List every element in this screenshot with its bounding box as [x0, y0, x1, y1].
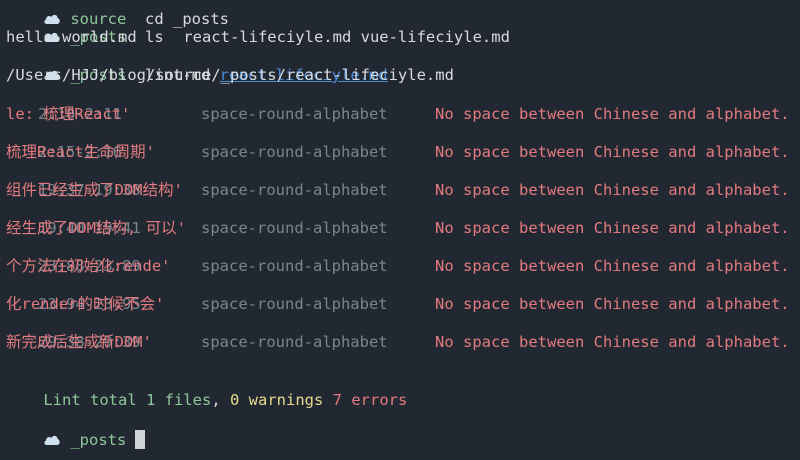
- result-rule: space-round-alphabet: [201, 105, 388, 123]
- result-continuation: 化render的时候不会': [6, 295, 165, 313]
- result-message: No space between Chinese and alphabet. ': [435, 219, 800, 237]
- result-continuation: 梳理React生命周期': [6, 143, 155, 161]
- result-rule: space-round-alphabet: [201, 143, 388, 161]
- result-continuation: 组件已经生成了DOM结构': [6, 181, 183, 199]
- error-count: 7 errors: [332, 391, 408, 409]
- result-continuation: 经生成了DOM结构, 可以': [6, 219, 186, 237]
- text-cursor[interactable]: [135, 430, 146, 449]
- result-message: No space between Chinese and alphabet. ': [435, 181, 800, 199]
- result-message: No space between Chinese and alphabet. ': [435, 295, 800, 313]
- result-continuation: 个方法在初始化rende': [6, 257, 171, 275]
- result-message: No space between Chinese and alphabet. ': [435, 333, 800, 351]
- cloud-icon: [43, 434, 61, 446]
- result-rule: space-round-alphabet: [201, 181, 388, 199]
- result-message: No space between Chinese and alphabet. '…: [435, 105, 800, 123]
- result-continuation: 新完成后生成新DOM': [6, 333, 152, 351]
- result-message: No space between Chinese and alphabet. ': [435, 143, 800, 161]
- warning-count: 0 warnings: [230, 391, 324, 409]
- result-rule: space-round-alphabet: [201, 295, 388, 313]
- terminal-line-lint: _posts lint-md react-lifeciyle.md: [6, 47, 388, 84]
- lint-result-row: 29:38-29:39 space-round-alphabet No space …: [6, 314, 800, 351]
- prompt-dir: _posts: [70, 431, 127, 449]
- result-continuation: le: 梳理React': [6, 105, 131, 123]
- terminal-line-ls: _posts ls: [6, 9, 164, 46]
- lint-summary: Lint total 1 files, 0 warnings 7 errors: [6, 372, 407, 409]
- lint-result-row: 19:40-19:41 space-round-alphabet No space …: [6, 200, 800, 237]
- lint-file-path: /Users/HJJ/blog/source/_posts/react-life…: [6, 66, 454, 84]
- ls-output: hello-world.md react-lifeciyle.md vue-li…: [6, 28, 510, 46]
- result-rule: space-round-alphabet: [201, 219, 388, 237]
- result-message: No space between Chinese and alphabet. ': [435, 257, 800, 275]
- lint-result-row: 2:10-2:11 space-round-alphabet No space be…: [6, 86, 800, 123]
- lint-result-row: 2:15-2:16 space-round-alphabet No space be…: [6, 124, 800, 161]
- current-prompt[interactable]: _posts: [6, 411, 146, 449]
- terminal-window[interactable]: source cd _posts _posts ls hello-world.m…: [0, 0, 800, 460]
- lint-result-row: 23:94-23:95 space-round-alphabet No space …: [6, 276, 800, 313]
- lint-result-row: 23:88-23:89 space-round-alphabet No space …: [6, 238, 800, 275]
- lint-result-row: 19:37-19:38 space-round-alphabet No space …: [6, 162, 800, 199]
- summary-comma: ,: [211, 391, 221, 409]
- result-rule: space-round-alphabet: [201, 333, 388, 351]
- summary-prefix: Lint total 1 files: [43, 391, 212, 409]
- result-rule: space-round-alphabet: [201, 257, 388, 275]
